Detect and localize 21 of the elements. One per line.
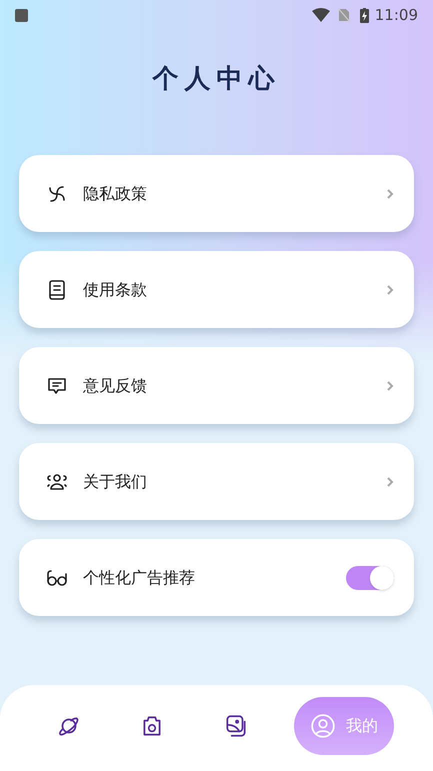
menu-item[interactable]: 个性化广告推荐 <box>19 539 414 616</box>
wifi-icon <box>312 8 330 22</box>
menu-item[interactable]: 使用条款 <box>19 251 414 328</box>
menu-label: 使用条款 <box>83 278 148 300</box>
chevron-right-icon <box>386 380 394 392</box>
no-sim-icon <box>338 8 350 22</box>
menu-item[interactable]: 关于我们 <box>19 443 414 520</box>
menu-item[interactable]: 隐私政策 <box>19 155 414 232</box>
menu-label: 个性化广告推荐 <box>83 566 196 588</box>
status-time: 11:09 <box>374 4 418 26</box>
menu-label: 关于我们 <box>83 470 148 492</box>
menu-label: 隐私政策 <box>83 182 148 204</box>
toggle-switch[interactable] <box>346 566 394 590</box>
page-title: 个人中心 <box>152 63 280 96</box>
chevron-right-icon <box>386 284 394 296</box>
keyboard-icon <box>15 8 28 22</box>
menu-label: 意见反馈 <box>83 374 148 396</box>
menu-item[interactable]: 意见反馈 <box>19 347 414 424</box>
chevron-right-icon <box>386 188 394 200</box>
user-icon <box>310 713 336 739</box>
chevron-right-icon <box>386 476 394 488</box>
